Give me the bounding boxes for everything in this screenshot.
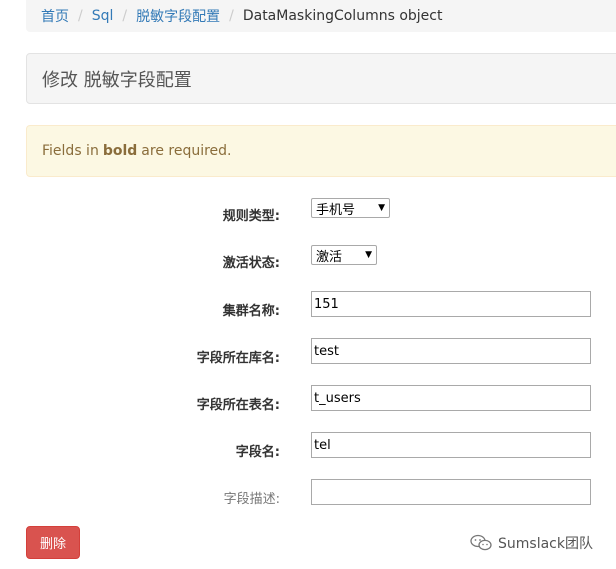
rule-type-select[interactable]: 手机号 ▼ (311, 198, 390, 218)
watermark-text: Sumslack团队 (498, 536, 593, 552)
column-name-input[interactable]: tel (311, 432, 591, 458)
breadcrumb-app-link[interactable]: Sql (92, 8, 114, 24)
cluster-name-input[interactable]: 151 (311, 291, 591, 317)
breadcrumb: 首页 / Sql / 脱敏字段配置 / DataMaskingColumns o… (26, 0, 616, 32)
required-fields-alert: Fields in bold are required. (26, 125, 616, 177)
page-title-box: 修改 脱敏字段配置 (26, 53, 616, 104)
wechat-icon (470, 534, 492, 551)
dropdown-arrow-icon: ▼ (378, 203, 385, 213)
table-name-value: t_users (314, 390, 361, 406)
cluster-name-value: 151 (314, 296, 339, 312)
alert-bold: bold (102, 143, 138, 159)
breadcrumb-model-link[interactable]: 脱敏字段配置 (136, 6, 220, 26)
alert-suffix: are required. (141, 143, 232, 159)
table-name-label: 字段所在表名: (196, 398, 280, 413)
alert-prefix: Fields in (42, 143, 99, 159)
delete-button[interactable]: 删除 (26, 526, 80, 559)
rule-type-value: 手机号 (316, 202, 356, 218)
table-name-input[interactable]: t_users (311, 385, 591, 411)
db-name-input[interactable]: test (311, 338, 591, 364)
column-comment-input[interactable] (311, 479, 591, 505)
active-state-label: 激活状态: (222, 256, 280, 271)
breadcrumb-separator: / (78, 8, 83, 24)
breadcrumb-separator: / (122, 8, 128, 24)
column-name-value: tel (314, 437, 331, 453)
breadcrumb-current: DataMaskingColumns object (242, 8, 443, 24)
column-comment-label: 字段描述: (223, 492, 280, 507)
breadcrumb-separator: / (229, 8, 234, 24)
db-name-value: test (314, 343, 339, 359)
column-name-label: 字段名: (235, 445, 280, 460)
page-title: 修改 脱敏字段配置 (42, 69, 192, 91)
breadcrumb-home-link[interactable]: 首页 (41, 6, 69, 26)
watermark: Sumslack团队 (470, 533, 593, 553)
active-state-select[interactable]: 激活 ▼ (311, 245, 377, 265)
rule-type-label: 规则类型: (222, 209, 280, 224)
cluster-name-label: 集群名称: (222, 304, 280, 319)
dropdown-arrow-icon: ▼ (365, 250, 372, 260)
active-state-value: 激活 (316, 249, 343, 265)
db-name-label: 字段所在库名: (196, 351, 280, 366)
